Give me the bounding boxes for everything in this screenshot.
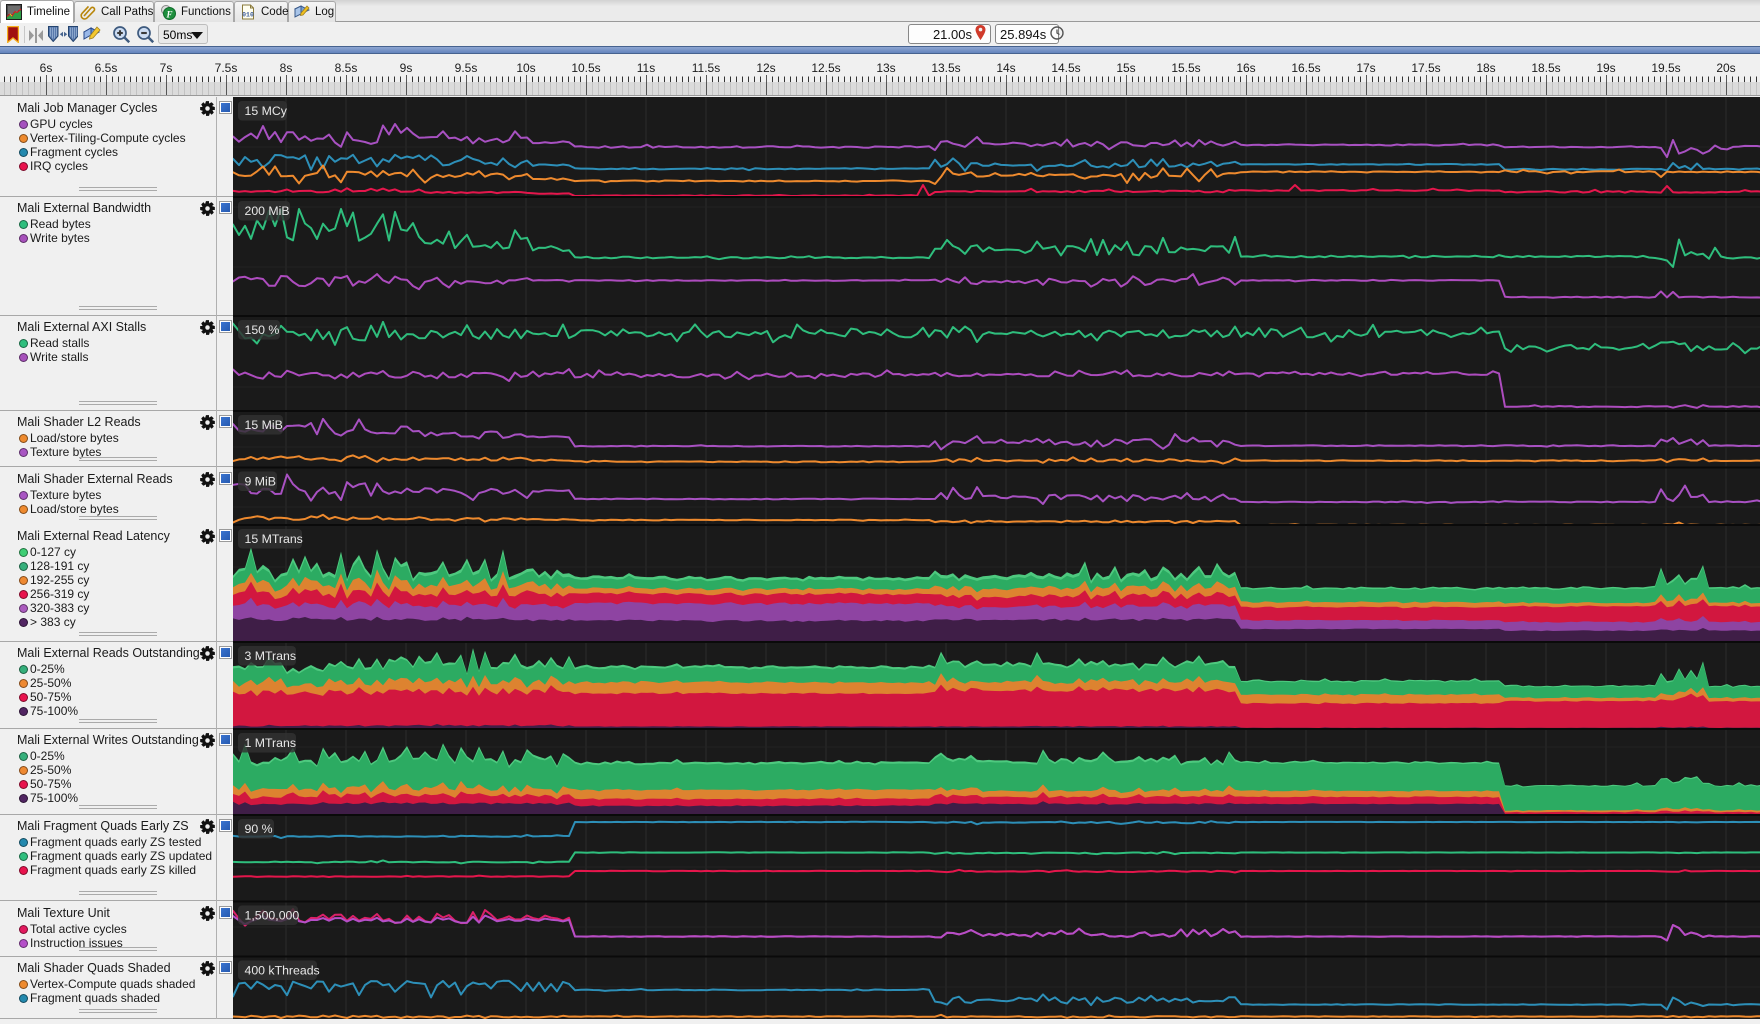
svg-text:18s: 18s (1476, 61, 1495, 75)
svg-text:10s: 10s (516, 61, 535, 75)
svg-text:17.5s: 17.5s (1411, 61, 1440, 75)
svg-text:F: F (165, 10, 172, 20)
svg-text:1,500,000: 1,500,000 (245, 909, 300, 923)
svg-text:15 MCy: 15 MCy (245, 104, 288, 118)
svg-text:15.5s: 15.5s (1171, 61, 1200, 75)
svg-text:90 %: 90 % (245, 822, 273, 836)
svg-text:9 MiB: 9 MiB (245, 475, 276, 489)
svg-text:010: 010 (242, 12, 254, 19)
svg-text:13s: 13s (876, 61, 895, 75)
svg-text:7s: 7s (160, 61, 173, 75)
svg-text:10.5s: 10.5s (571, 61, 600, 75)
svg-text:19.5s: 19.5s (1651, 61, 1680, 75)
svg-text:400 kThreads: 400 kThreads (245, 964, 320, 978)
svg-text:8s: 8s (280, 61, 293, 75)
svg-text:8.5s: 8.5s (335, 61, 358, 75)
svg-text:15 MTrans: 15 MTrans (245, 532, 303, 546)
svg-text:6.5s: 6.5s (95, 61, 118, 75)
svg-text:9s: 9s (400, 61, 413, 75)
svg-text:14.5s: 14.5s (1051, 61, 1080, 75)
svg-text:12.5s: 12.5s (811, 61, 840, 75)
svg-text:3 MTrans: 3 MTrans (245, 649, 296, 663)
svg-text:17s: 17s (1356, 61, 1375, 75)
svg-text:7.5s: 7.5s (215, 61, 238, 75)
svg-text:15 MiB: 15 MiB (245, 418, 283, 432)
svg-text:15s: 15s (1116, 61, 1135, 75)
svg-text:14s: 14s (996, 61, 1015, 75)
svg-text:16.5s: 16.5s (1291, 61, 1320, 75)
svg-text:16s: 16s (1236, 61, 1255, 75)
svg-text:200 MiB: 200 MiB (245, 204, 290, 218)
svg-text:20s: 20s (1716, 61, 1735, 75)
svg-text:1 MTrans: 1 MTrans (245, 736, 296, 750)
svg-text:150 %: 150 % (245, 323, 280, 337)
svg-text:6s: 6s (40, 61, 53, 75)
svg-text:11.5s: 11.5s (692, 61, 720, 75)
svg-text:19s: 19s (1596, 61, 1615, 75)
svg-text:11s: 11s (637, 61, 655, 75)
svg-text:12s: 12s (756, 61, 775, 75)
svg-text:13.5s: 13.5s (931, 61, 960, 75)
svg-text:18.5s: 18.5s (1531, 61, 1560, 75)
svg-text:9.5s: 9.5s (455, 61, 478, 75)
